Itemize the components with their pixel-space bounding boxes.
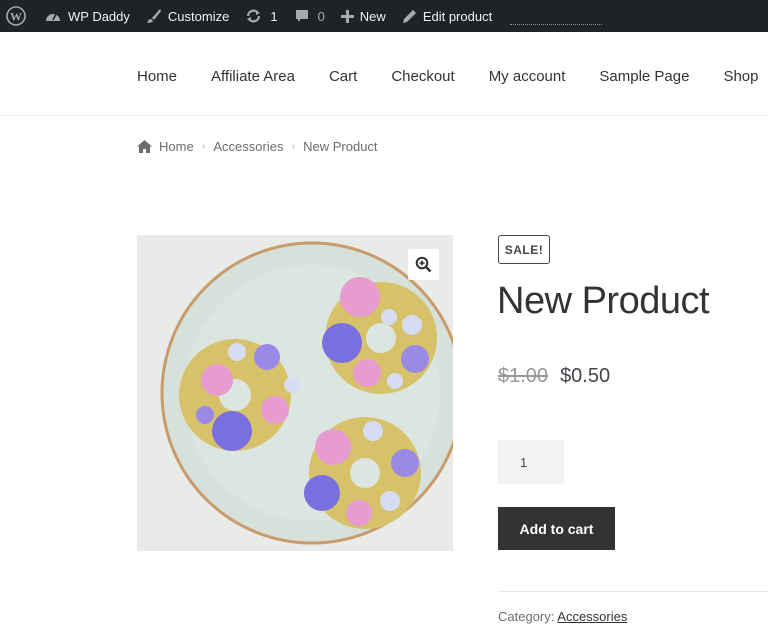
image-zoom-button[interactable] [408, 249, 439, 280]
nav-item-cart[interactable]: Cart [329, 68, 357, 85]
customize-label: Customize [167, 8, 230, 24]
dashboard-icon [46, 13, 60, 21]
site-name-menu[interactable]: WP Daddy [36, 0, 138, 32]
nav-item-shop[interactable]: Shop [723, 68, 758, 85]
product-title: New Product [497, 280, 710, 322]
product-price: $1.00 $0.50 [498, 365, 610, 388]
admin-bar: W WP Daddy Customize 1 0 New Edit produc… [0, 0, 768, 32]
nav-item-sample-page[interactable]: Sample Page [599, 68, 689, 85]
new-label: New [359, 8, 386, 24]
wordpress-icon: W [6, 6, 26, 26]
quantity-input[interactable] [498, 440, 564, 484]
comments-count: 0 [317, 8, 325, 24]
edit-product-label: Edit product [422, 8, 493, 24]
nav-item-home[interactable]: Home [137, 68, 177, 85]
comments-link[interactable]: 0 [286, 0, 333, 32]
updates-count: 1 [270, 8, 278, 24]
new-content-menu[interactable]: New [333, 0, 394, 32]
svg-text:W: W [10, 10, 22, 24]
site-header: Home Affiliate Area Cart Checkout My acc… [0, 32, 768, 116]
sale-price: $0.50 [560, 365, 611, 387]
nav-item-my-account[interactable]: My account [489, 68, 566, 85]
product-category: Category: Accessories [498, 609, 627, 624]
breadcrumb: Home › Accessories › New Product [137, 139, 378, 154]
brush-icon [146, 9, 161, 23]
edit-product-link[interactable]: Edit product [394, 0, 500, 32]
category-label: Category: [498, 609, 555, 624]
category-link[interactable]: Accessories [557, 609, 627, 624]
product-image[interactable] [137, 235, 453, 551]
breadcrumb-separator: › [201, 140, 206, 153]
home-icon [137, 140, 152, 153]
add-to-cart-button[interactable]: Add to cart [498, 507, 615, 550]
plus-icon [340, 9, 354, 23]
primary-navigation: Home Affiliate Area Cart Checkout My acc… [137, 68, 768, 85]
breadcrumb-separator: › [291, 140, 296, 153]
updates-link[interactable]: 1 [237, 0, 285, 32]
donuts-photo [137, 235, 453, 551]
zoom-in-icon [415, 256, 432, 273]
breadcrumb-current: New Product [303, 139, 378, 154]
breadcrumb-accessories[interactable]: Accessories [213, 139, 283, 154]
nav-item-checkout[interactable]: Checkout [391, 68, 454, 85]
pencil-icon [402, 9, 416, 23]
comment-icon [295, 10, 308, 22]
sale-badge: SALE! [498, 235, 550, 264]
meta-divider [498, 591, 768, 592]
refresh-icon [247, 9, 261, 23]
breadcrumb-home[interactable]: Home [159, 139, 194, 154]
customize-link[interactable]: Customize [138, 0, 237, 32]
admin-bar-placeholder-line [510, 23, 603, 25]
site-name: WP Daddy [68, 8, 130, 24]
nav-item-affiliate-area[interactable]: Affiliate Area [211, 68, 295, 85]
regular-price: $1.00 [498, 365, 549, 387]
wordpress-menu[interactable]: W [0, 0, 36, 32]
